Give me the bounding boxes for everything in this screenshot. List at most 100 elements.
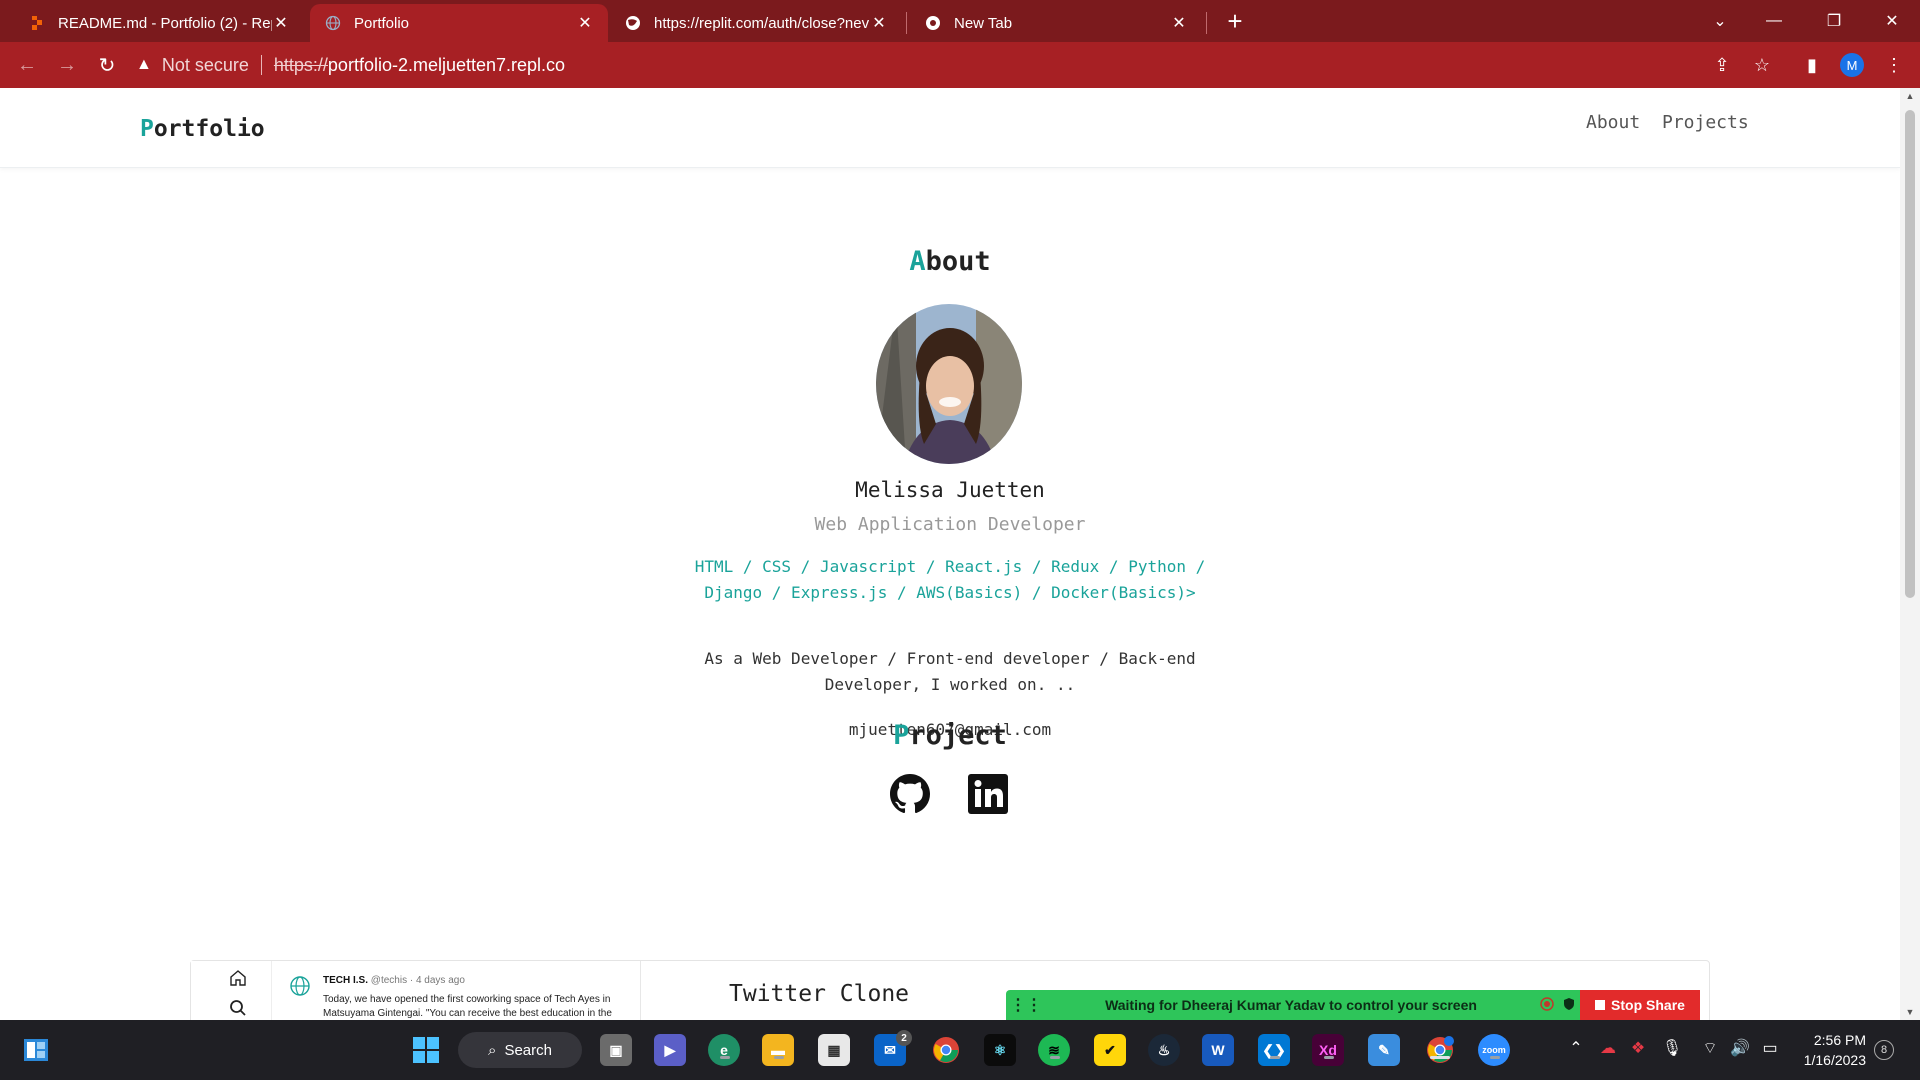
close-tab-icon[interactable]: ✕ xyxy=(272,13,290,33)
spotify-icon[interactable]: ≋ xyxy=(1038,1034,1070,1066)
site-brand[interactable]: Portfolio xyxy=(140,116,265,142)
tab-replit-auth[interactable]: https://replit.com/auth/close?nev ✕ xyxy=(610,4,902,42)
tab-divider xyxy=(1206,12,1207,34)
teams-icon[interactable]: ▶ xyxy=(654,1034,686,1066)
taskbar: ⌕ Search ▣ ▶ e ▬ ▦ ✉ 2 ⚛ ≋ ✔ ♨ W ❮❯ Xd ✎ … xyxy=(0,1020,1920,1080)
windows-start-icon[interactable] xyxy=(410,1034,442,1066)
norton-icon[interactable]: ✔ xyxy=(1094,1034,1126,1066)
tab-search-icon[interactable]: ⌄ xyxy=(1692,0,1748,42)
side-panel-icon[interactable]: ▮ xyxy=(1798,51,1826,79)
search-icon xyxy=(229,999,249,1019)
taskbar-search-label: Search xyxy=(504,1041,552,1059)
chrome-icon[interactable] xyxy=(930,1034,962,1066)
bookmark-star-icon[interactable]: ☆ xyxy=(1748,51,1776,79)
github-icon[interactable] xyxy=(890,774,930,814)
xd-icon[interactable]: Xd xyxy=(1312,1034,1344,1066)
tab-title: README.md - Portfolio (2) - Repl xyxy=(58,14,272,32)
mail-icon[interactable]: ✉ 2 xyxy=(874,1030,912,1066)
page-scrollbar[interactable]: ▲ ▼ xyxy=(1900,88,1920,1020)
running-indicator xyxy=(1050,1056,1060,1059)
tab-readme[interactable]: README.md - Portfolio (2) - Repl ✕ xyxy=(14,4,304,42)
running-indicator xyxy=(1430,1056,1450,1059)
share-message: Waiting for Dheeraj Kumar Yadav to contr… xyxy=(1105,997,1477,1013)
stop-share-button[interactable]: Stop Share xyxy=(1580,990,1700,1020)
drag-handle-icon[interactable]: ⋮⋮ xyxy=(1006,995,1046,1015)
system-clock[interactable]: 2:56 PM 1/16/2023 xyxy=(1790,1030,1866,1070)
word-icon[interactable]: W xyxy=(1202,1034,1234,1066)
dropbox-icon[interactable]: ❖ xyxy=(1626,1038,1650,1058)
forward-icon[interactable]: → xyxy=(52,50,82,80)
home-icon xyxy=(229,969,249,989)
minimize-icon[interactable]: — xyxy=(1746,0,1802,42)
tab-new-tab[interactable]: New Tab ✕ xyxy=(910,4,1202,42)
stop-share-label: Stop Share xyxy=(1611,997,1685,1013)
share-icon[interactable]: ⇪ xyxy=(1708,51,1736,79)
chrome-profile-icon[interactable] xyxy=(1424,1034,1456,1066)
steam-icon[interactable]: ♨ xyxy=(1148,1034,1180,1066)
tweet-header: TECH I.S. @techis · 4 days ago xyxy=(323,975,465,986)
address-toolbar: ← → ↻ ▲ Not secure https:// portfolio-2.… xyxy=(0,42,1920,88)
notification-count[interactable]: 8 xyxy=(1874,1040,1894,1060)
tray-overflow-icon[interactable]: ⌃ xyxy=(1564,1038,1588,1058)
profile-role: Web Application Developer xyxy=(814,514,1086,535)
tab-title: https://replit.com/auth/close?nev xyxy=(654,14,870,32)
address-field[interactable]: ▲ Not secure https:// portfolio-2.meljue… xyxy=(136,48,1696,82)
task-view-icon[interactable]: ▣ xyxy=(600,1034,632,1066)
atom-icon[interactable]: ⚛ xyxy=(984,1034,1016,1066)
globe-icon xyxy=(289,975,311,997)
widgets-icon[interactable] xyxy=(20,1034,52,1066)
project-title: Twitter Clone xyxy=(729,981,910,1007)
taskbar-search[interactable]: ⌕ Search xyxy=(458,1032,582,1068)
menu-kebab-icon[interactable]: ⋮ xyxy=(1880,51,1908,79)
reload-icon[interactable]: ↻ xyxy=(92,50,122,80)
site-header: Portfolio About Projects xyxy=(0,88,1900,168)
profile-avatar[interactable]: M xyxy=(1840,53,1864,77)
tab-title: Portfolio xyxy=(354,14,410,32)
clock-time: 2:56 PM xyxy=(1813,1032,1866,1048)
volume-icon[interactable]: 🔊 xyxy=(1728,1038,1752,1058)
url-host: portfolio-2.meljuetten7.repl.co xyxy=(327,54,566,75)
onedrive-icon[interactable]: ☁ xyxy=(1596,1038,1620,1058)
paint-icon[interactable]: ✎ xyxy=(1368,1034,1400,1066)
running-indicator xyxy=(774,1056,784,1059)
replit-icon xyxy=(28,14,46,32)
close-tab-icon[interactable]: ✕ xyxy=(1170,13,1188,33)
back-icon[interactable]: ← xyxy=(12,50,42,80)
tab-strip: README.md - Portfolio (2) - Repl ✕ Portf… xyxy=(0,0,1920,42)
file-explorer-icon[interactable]: ▬ xyxy=(762,1034,794,1066)
tweet-text: Today, we have opened the first coworkin… xyxy=(323,994,612,1019)
store-icon[interactable]: ▦ xyxy=(818,1034,850,1066)
linkedin-icon[interactable] xyxy=(968,774,1008,814)
shield-icon xyxy=(1558,997,1580,1014)
close-window-icon[interactable]: ✕ xyxy=(1864,0,1920,42)
heading-rest: bout xyxy=(925,246,991,277)
scroll-up-icon[interactable]: ▲ xyxy=(1900,88,1920,104)
recording-icon xyxy=(1536,996,1558,1014)
warning-icon[interactable]: ▲ xyxy=(136,56,152,74)
globe-icon xyxy=(324,14,342,32)
omni-divider xyxy=(260,55,262,75)
edge-icon[interactable]: e xyxy=(708,1034,740,1066)
close-tab-icon[interactable]: ✕ xyxy=(870,13,888,33)
battery-icon[interactable]: ▭ xyxy=(1758,1038,1782,1058)
heading-rest: roject xyxy=(909,720,1007,751)
tab-portfolio[interactable]: Portfolio ✕ xyxy=(310,4,608,42)
search-icon: ⌕ xyxy=(488,1041,497,1059)
nav-projects[interactable]: Projects xyxy=(1662,112,1749,133)
close-tab-icon[interactable]: ✕ xyxy=(576,13,594,33)
scroll-thumb[interactable] xyxy=(1905,110,1915,598)
stop-icon xyxy=(1595,1000,1606,1010)
chrome-icon xyxy=(924,14,942,32)
tab-divider xyxy=(906,12,907,34)
project-screenshot[interactable]: TECH I.S. @techis · 4 days ago Today, we… xyxy=(191,961,641,1020)
scroll-down-icon[interactable]: ▼ xyxy=(1900,1004,1920,1020)
restore-icon[interactable]: ❐ xyxy=(1806,0,1862,42)
nav-about[interactable]: About xyxy=(1586,112,1640,133)
vscode-icon[interactable]: ❮❯ xyxy=(1258,1034,1290,1066)
zoom-icon[interactable]: zoom xyxy=(1478,1034,1510,1066)
wifi-icon[interactable]: ⌔ xyxy=(1698,1038,1722,1058)
microphone-icon[interactable]: 🎙 xyxy=(1660,1038,1684,1058)
security-label[interactable]: Not secure xyxy=(162,55,249,76)
new-tab-button[interactable]: + xyxy=(1220,6,1250,36)
skills-list: HTML / CSS / Javascript / React.js / Red… xyxy=(694,557,1206,602)
